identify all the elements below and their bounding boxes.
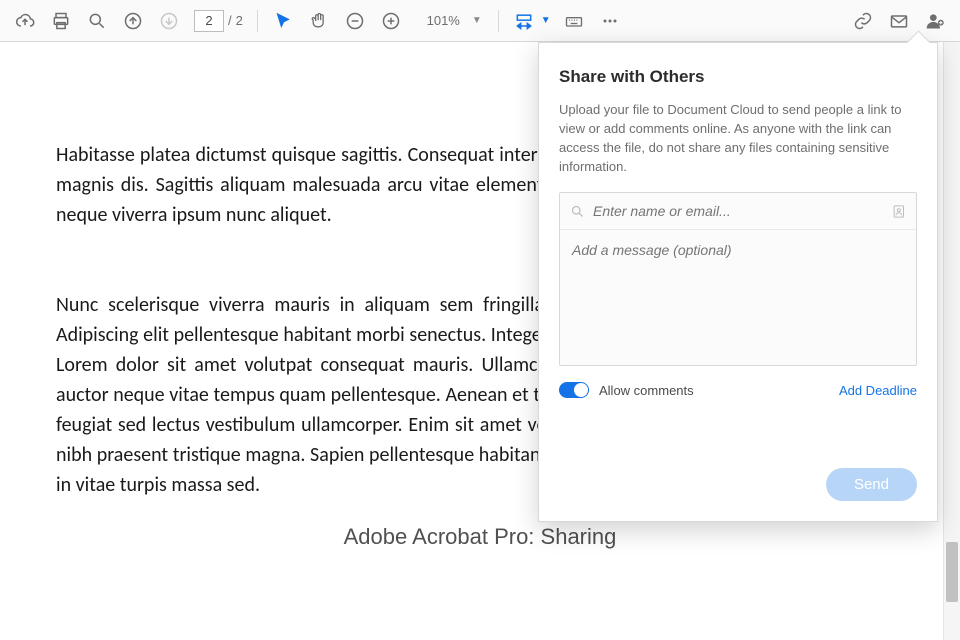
allow-comments-label: Allow comments [599, 383, 694, 398]
share-panel: Share with Others Upload your file to Do… [538, 42, 938, 522]
share-link-icon[interactable] [846, 4, 880, 38]
upload-cloud-icon[interactable] [8, 4, 42, 38]
caption-text: Adobe Acrobat Pro: Sharing [56, 524, 904, 550]
zoom-in-icon[interactable] [374, 4, 408, 38]
search-icon [570, 204, 585, 219]
share-form [559, 192, 917, 366]
page-separator: / [228, 13, 232, 28]
zoom-out-icon[interactable] [338, 4, 372, 38]
selection-tool-icon[interactable] [266, 4, 300, 38]
toolbar-separator [498, 10, 499, 32]
print-icon[interactable] [44, 4, 78, 38]
page-number-input[interactable] [194, 10, 224, 32]
share-people-icon[interactable] [918, 4, 952, 38]
page-up-icon[interactable] [116, 4, 150, 38]
top-toolbar: / 2 101% ▼ ▼ [0, 0, 960, 42]
keyboard-icon[interactable] [557, 4, 591, 38]
add-deadline-link[interactable]: Add Deadline [839, 383, 917, 398]
zoom-dropdown-icon[interactable]: ▼ [468, 11, 486, 30]
send-button[interactable]: Send [826, 468, 917, 501]
share-options-row: Allow comments Add Deadline [559, 382, 917, 398]
vertical-scrollbar[interactable] [943, 42, 960, 640]
hand-tool-icon[interactable] [302, 4, 336, 38]
page-down-icon [152, 4, 186, 38]
email-icon[interactable] [882, 4, 916, 38]
allow-comments-option: Allow comments [559, 382, 694, 398]
zoom-level: 101% ▼ [414, 11, 486, 30]
share-panel-title: Share with Others [559, 67, 917, 87]
allow-comments-toggle[interactable] [559, 382, 589, 398]
message-input[interactable] [560, 230, 916, 360]
recipient-input[interactable] [593, 203, 883, 219]
address-book-icon[interactable] [891, 204, 906, 219]
scrollbar-thumb[interactable] [946, 542, 958, 602]
find-icon[interactable] [80, 4, 114, 38]
page-indicator: / 2 [194, 10, 243, 32]
toolbar-separator [257, 10, 258, 32]
fit-width-icon[interactable] [507, 4, 541, 38]
fit-dropdown-icon[interactable]: ▼ [537, 11, 555, 30]
zoom-value: 101% [414, 13, 464, 28]
more-tools-icon[interactable] [593, 4, 627, 38]
share-panel-description: Upload your file to Document Cloud to se… [559, 101, 917, 176]
recipient-field-row [560, 193, 916, 230]
page-total: 2 [236, 13, 243, 28]
